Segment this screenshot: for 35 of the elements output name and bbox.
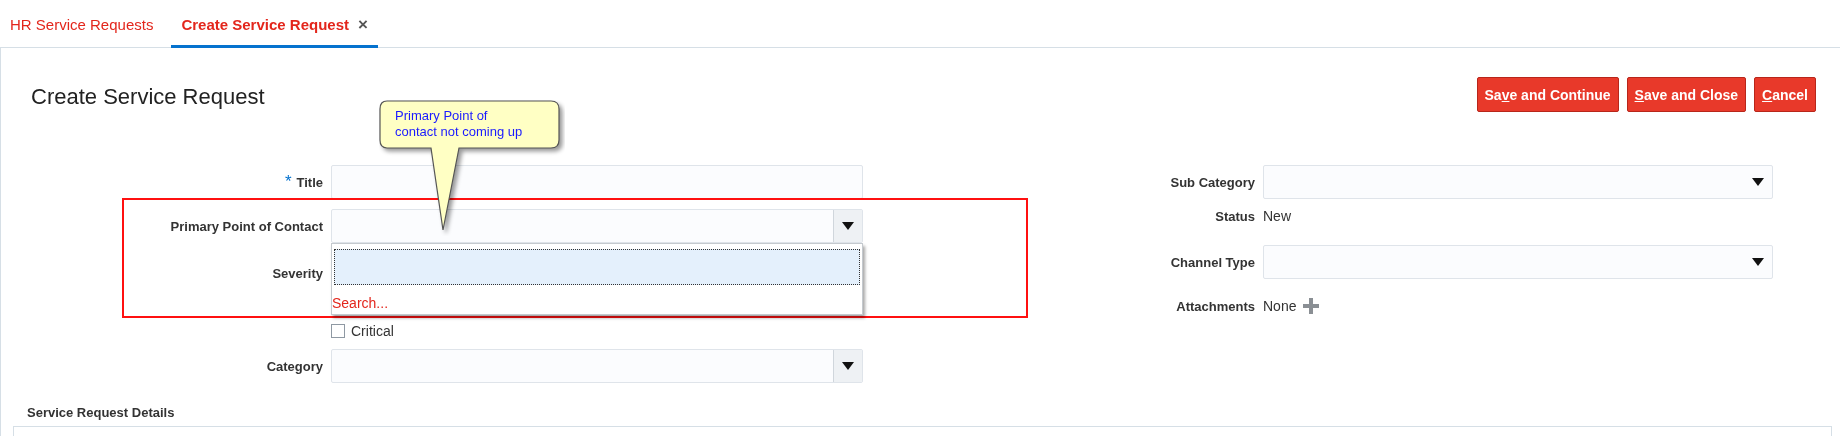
dropdown-field[interactable] (1263, 165, 1773, 199)
action-button[interactable]: Cancel (1754, 77, 1816, 112)
add-icon[interactable] (1303, 298, 1320, 314)
field-label: Severity (272, 265, 323, 281)
dropdown-option[interactable] (334, 249, 860, 285)
dropdown-arrow-icon (1752, 178, 1764, 186)
action-button[interactable]: Save and Continue (1476, 77, 1619, 112)
field-label: Title (296, 175, 323, 190)
callout-text: Primary Point of contact not coming up (395, 108, 523, 140)
close-icon[interactable]: × (358, 14, 368, 35)
required-mark: * (284, 172, 292, 192)
dropdown-field[interactable] (331, 349, 863, 383)
search-link[interactable]: Search... (332, 295, 389, 311)
field-label: Sub Category (1170, 174, 1255, 190)
dropdown-field[interactable] (331, 209, 863, 243)
field-value: None (1263, 298, 1297, 314)
checkbox-label: Critical (351, 323, 394, 339)
dropdown-arrow-icon (842, 222, 854, 230)
tab[interactable]: HR Service Requests (0, 4, 164, 48)
field-label: Category (266, 358, 323, 374)
dropdown-arrow-icon (842, 362, 854, 370)
dropdown-field[interactable] (1263, 245, 1773, 279)
dropdown-arrow-icon (1752, 258, 1764, 266)
field-label: Attachments (1176, 298, 1255, 314)
action-button[interactable]: Save and Close (1626, 77, 1747, 112)
field-label: Channel Type (1170, 254, 1255, 270)
text-field[interactable] (331, 165, 863, 199)
section-title: Service Request Details (27, 405, 175, 420)
page-title: Create Service Request (31, 83, 265, 110)
checkbox[interactable] (331, 324, 345, 338)
field-label: Status (1215, 208, 1255, 224)
field-value: New (1263, 208, 1291, 224)
tab-label: Create Service Request (181, 16, 349, 33)
field-label: Primary Point of Contact (170, 218, 323, 234)
tab[interactable]: Create Service Request × (171, 4, 378, 48)
